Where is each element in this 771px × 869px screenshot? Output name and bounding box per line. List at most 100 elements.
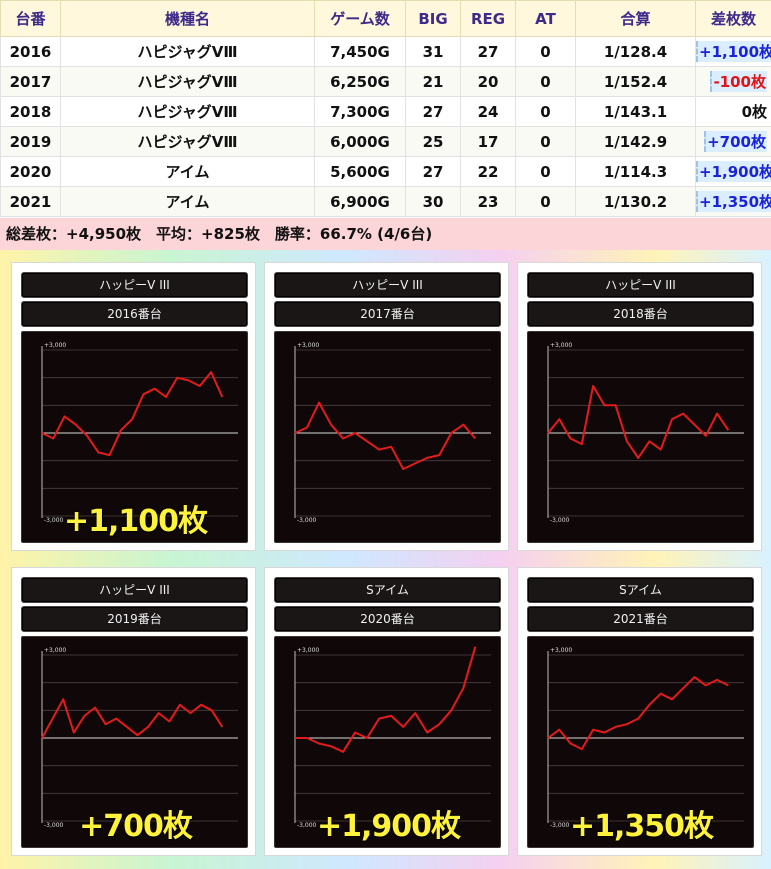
cell-game-count: 6,900G	[314, 186, 406, 217]
cell-unit-number: 2020	[0, 156, 61, 187]
chart-screen: +3,000-3,0000枚	[527, 331, 754, 543]
cell-at-count: 0	[515, 186, 576, 217]
chart-result-label: +1,100枚	[63, 504, 208, 539]
chart-unit-label: 2018番台	[527, 301, 754, 327]
medal-diff-value: 0枚	[741, 103, 767, 121]
header-unit-number: 台番	[0, 0, 61, 37]
table-row: 2019 ハピジャグVⅢ 6,000G 25 17 0 1/142.9 +700枚	[0, 126, 771, 157]
cell-at-count: 0	[515, 96, 576, 127]
cell-unit-number: 2021	[0, 186, 61, 217]
cell-big-count: 30	[405, 186, 461, 217]
chart-result-label: +700枚	[79, 809, 193, 844]
table-row: 2017 ハピジャグVⅢ 6,250G 21 20 0 1/152.4 -100枚	[0, 66, 771, 97]
y-tick-label-min: -3,000	[297, 517, 317, 524]
cell-big-count: 21	[405, 66, 461, 97]
medal-diff-value: +1,900枚	[696, 161, 771, 182]
slump-graph: +3,000 -3,000	[547, 342, 744, 524]
medal-diff-value: +1,350枚	[696, 191, 771, 212]
chart-machine-label: Sアイム	[274, 577, 501, 603]
cell-at-count: 0	[515, 126, 576, 157]
y-tick-label-min: -3,000	[550, 517, 570, 524]
cell-at-count: 0	[515, 156, 576, 187]
header-big: BIG	[405, 0, 461, 37]
header-at: AT	[515, 0, 576, 37]
cell-at-count: 0	[515, 66, 576, 97]
cell-combined-rate: 1/130.2	[575, 186, 696, 217]
chart-screen: +3,000 -3,000 +1,100枚	[21, 331, 248, 543]
summary-bar: 総差枚：+4,950枚 平均：+825枚 勝率：66.7% (4/6台)	[0, 218, 771, 250]
slump-line	[41, 698, 224, 739]
cell-reg-count: 24	[460, 96, 516, 127]
cell-game-count: 5,600G	[314, 156, 406, 187]
cell-big-count: 27	[405, 156, 461, 187]
cell-model-name: ハピジャグVⅢ	[60, 126, 315, 157]
cell-unit-number: 2017	[0, 66, 61, 97]
y-tick-label-max: +3,000	[550, 647, 572, 654]
chart-panel-2020[interactable]: Sアイム 2020番台 +3,000 -3,000 +1,900枚	[264, 567, 509, 856]
chart-result-label: +1,900枚	[316, 809, 461, 844]
cell-unit-number: 2016	[0, 36, 61, 67]
table-row: 2021 アイム 6,900G 30 23 0 1/130.2 +1,350枚	[0, 186, 771, 217]
medal-diff-value: -100枚	[710, 71, 767, 92]
chart-panel-2017[interactable]: ハッピーV III2017番台+3,000-3,000-100枚	[264, 262, 509, 551]
chart-result-label: +1,350枚	[569, 809, 714, 844]
chart-panel-2018[interactable]: ハッピーV III2018番台+3,000-3,0000枚	[517, 262, 762, 551]
chart-machine-label: ハッピーV III	[527, 272, 754, 298]
cell-game-count: 6,000G	[314, 126, 406, 157]
cell-game-count: 7,300G	[314, 96, 406, 127]
table-body: 2016 ハピジャグVⅢ 7,450G 31 27 0 1/128.4 +1,100枚 2017…	[0, 36, 771, 217]
cell-combined-rate: 1/142.9	[575, 126, 696, 157]
cell-medal-diff: +1,350枚	[695, 186, 771, 217]
header-combined-rate: 合算	[575, 0, 696, 37]
cell-combined-rate: 1/152.4	[575, 66, 696, 97]
chart-machine-label: ハッピーV III	[21, 577, 248, 603]
header-reg: REG	[460, 0, 516, 37]
cell-model-name: ハピジャグVⅢ	[60, 36, 315, 67]
table-header-row: 台番 機種名 ゲーム数 BIG REG AT 合算 差枚数	[0, 0, 771, 37]
slump-line	[41, 371, 224, 457]
cell-at-count: 0	[515, 36, 576, 67]
chart-machine-label: ハッピーV III	[274, 272, 501, 298]
slump-line	[547, 385, 730, 459]
slump-graph: +3,000 -3,000	[294, 342, 491, 524]
cell-model-name: ハピジャグVⅢ	[60, 66, 315, 97]
chart-panel-2021[interactable]: Sアイム 2021番台 +3,000 -3,000 +1,350枚	[517, 567, 762, 856]
chart-panel-2019[interactable]: ハッピーV III 2019番台 +3,000 -3,000 +700枚	[11, 567, 256, 856]
y-tick-label-max: +3,000	[44, 342, 66, 349]
medal-diff-value: +1,100枚	[696, 41, 771, 62]
chart-unit-label: 2020番台	[274, 606, 501, 632]
y-tick-label-max: +3,000	[550, 342, 572, 349]
cell-reg-count: 20	[460, 66, 516, 97]
cell-medal-diff: 0枚	[695, 96, 771, 127]
cell-reg-count: 22	[460, 156, 516, 187]
cell-model-name: ハピジャグVⅢ	[60, 96, 315, 127]
chart-unit-label: 2016番台	[21, 301, 248, 327]
chart-screen: +3,000-3,000-100枚	[274, 331, 501, 543]
table-row: 2020 アイム 5,600G 27 22 0 1/114.3 +1,900枚	[0, 156, 771, 187]
cell-big-count: 31	[405, 36, 461, 67]
y-tick-label-max: +3,000	[297, 342, 319, 349]
chart-screen: +3,000 -3,000 +1,350枚	[527, 636, 754, 848]
cell-model-name: アイム	[60, 156, 315, 187]
slump-line	[295, 646, 477, 753]
chart-machine-label: ハッピーV III	[21, 272, 248, 298]
cell-reg-count: 17	[460, 126, 516, 157]
table-row: 2018 ハピジャグVⅢ 7,300G 27 24 0 1/143.1 0枚	[0, 96, 771, 127]
cell-medal-diff: -100枚	[695, 66, 771, 97]
chart-panel-2016[interactable]: ハッピーV III 2016番台 +3,000 -3,000 +1,100枚	[11, 262, 256, 551]
cell-game-count: 6,250G	[314, 66, 406, 97]
cell-unit-number: 2018	[0, 96, 61, 127]
cell-big-count: 27	[405, 96, 461, 127]
cell-unit-number: 2019	[0, 126, 61, 157]
cell-combined-rate: 1/128.4	[575, 36, 696, 67]
slump-line	[294, 401, 477, 470]
chart-screen: +3,000 -3,000 +700枚	[21, 636, 248, 848]
chart-machine-label: Sアイム	[527, 577, 754, 603]
chart-unit-label: 2019番台	[21, 606, 248, 632]
header-model-name: 機種名	[60, 0, 315, 37]
chart-unit-label: 2021番台	[527, 606, 754, 632]
y-tick-label-max: +3,000	[44, 647, 66, 654]
cell-game-count: 7,450G	[314, 36, 406, 67]
cell-reg-count: 27	[460, 36, 516, 67]
cell-big-count: 25	[405, 126, 461, 157]
